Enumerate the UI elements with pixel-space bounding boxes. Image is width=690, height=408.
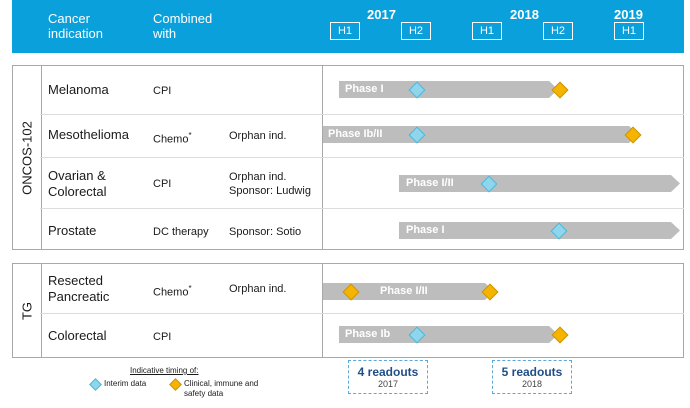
phase-label-melanoma: Phase I [345,83,384,95]
footnote-mark: * [188,284,192,293]
year-2018: 2018 [510,7,539,22]
year-2017: 2017 [367,7,396,22]
combined-colorectal: CPI [153,331,172,343]
header-cancer-indication: Cancer indication [48,11,103,41]
year-2019: 2019 [614,7,643,22]
combined-ovarian-colorectal: CPI [153,178,172,190]
readout-count-2017: 4 readouts [357,365,419,379]
indication-prostate: Prostate [48,223,97,238]
timeline-header: Cancer indication Combined with 2017 201… [12,0,684,53]
phase-label-mesothelioma: Phase Ib/II [328,128,383,140]
indication-resected-pancreatic: Resected Pancreatic [48,273,110,304]
group-label-oncos-102: ONCOS-102 [19,120,35,195]
combined-resected-pancreatic-text: Chemo [153,286,189,299]
timeline-divider [322,264,323,357]
legend-title: Indicative timing of: [130,366,199,375]
combined-mesothelioma-text: Chemo [153,133,189,146]
legend-interim-icon [89,378,102,391]
row-separator [40,208,684,209]
readout-box-2018: 5 readouts 2018 [492,360,572,394]
phase-label-ovarian-colorectal: Phase I/II [406,177,454,189]
readout-year-2017: 2017 [377,379,399,389]
combined-mesothelioma: Chemo* [153,129,192,147]
group-tg: TG [12,263,684,358]
note-prostate: Sponsor: Sotio [229,226,302,238]
readout-count-2018: 5 readouts [501,365,563,379]
footnote-mark: * [188,131,192,140]
note-mesothelioma: Orphan ind. [229,130,287,142]
indication-melanoma: Melanoma [48,82,109,97]
phase-label-resected-pancreatic: Phase I/II [380,285,428,297]
legend-interim-label: Interim data [104,379,147,388]
combined-prostate: DC therapy [153,226,209,238]
half-2019-h1: H1 [614,22,644,40]
readout-box-2017: 4 readouts 2017 [348,360,428,394]
combined-melanoma: CPI [153,85,172,97]
header-combined-with: Combined with [153,11,213,41]
legend-clinical-label: Clinical, immune and safety data [184,379,259,398]
group-label-tg: TG [19,301,35,320]
half-2017-h2: H2 [401,22,431,40]
half-2017-h1: H1 [330,22,360,40]
indication-mesothelioma: Mesothelioma [48,127,129,142]
indication-colorectal: Colorectal [48,328,107,343]
indication-ovarian-colorectal: Ovarian & Colorectal [48,168,107,199]
group-label-column: ONCOS-102 [13,66,42,249]
half-2018-h2: H2 [543,22,573,40]
half-2018-h1: H1 [472,22,502,40]
phase-label-prostate: Phase I [406,224,445,236]
note-ovarian-colorectal: Orphan ind. Sponsor: Ludwig [229,171,311,197]
note-resected-pancreatic: Orphan ind. [229,283,287,295]
legend-clinical-icon [169,378,182,391]
group-label-column: TG [13,264,42,357]
phase-label-colorectal: Phase Ib [345,328,391,340]
readout-year-2018: 2018 [521,379,543,389]
row-separator [40,313,684,314]
combined-resected-pancreatic: Chemo* [153,282,192,300]
row-separator [40,114,684,115]
row-separator [40,157,684,158]
